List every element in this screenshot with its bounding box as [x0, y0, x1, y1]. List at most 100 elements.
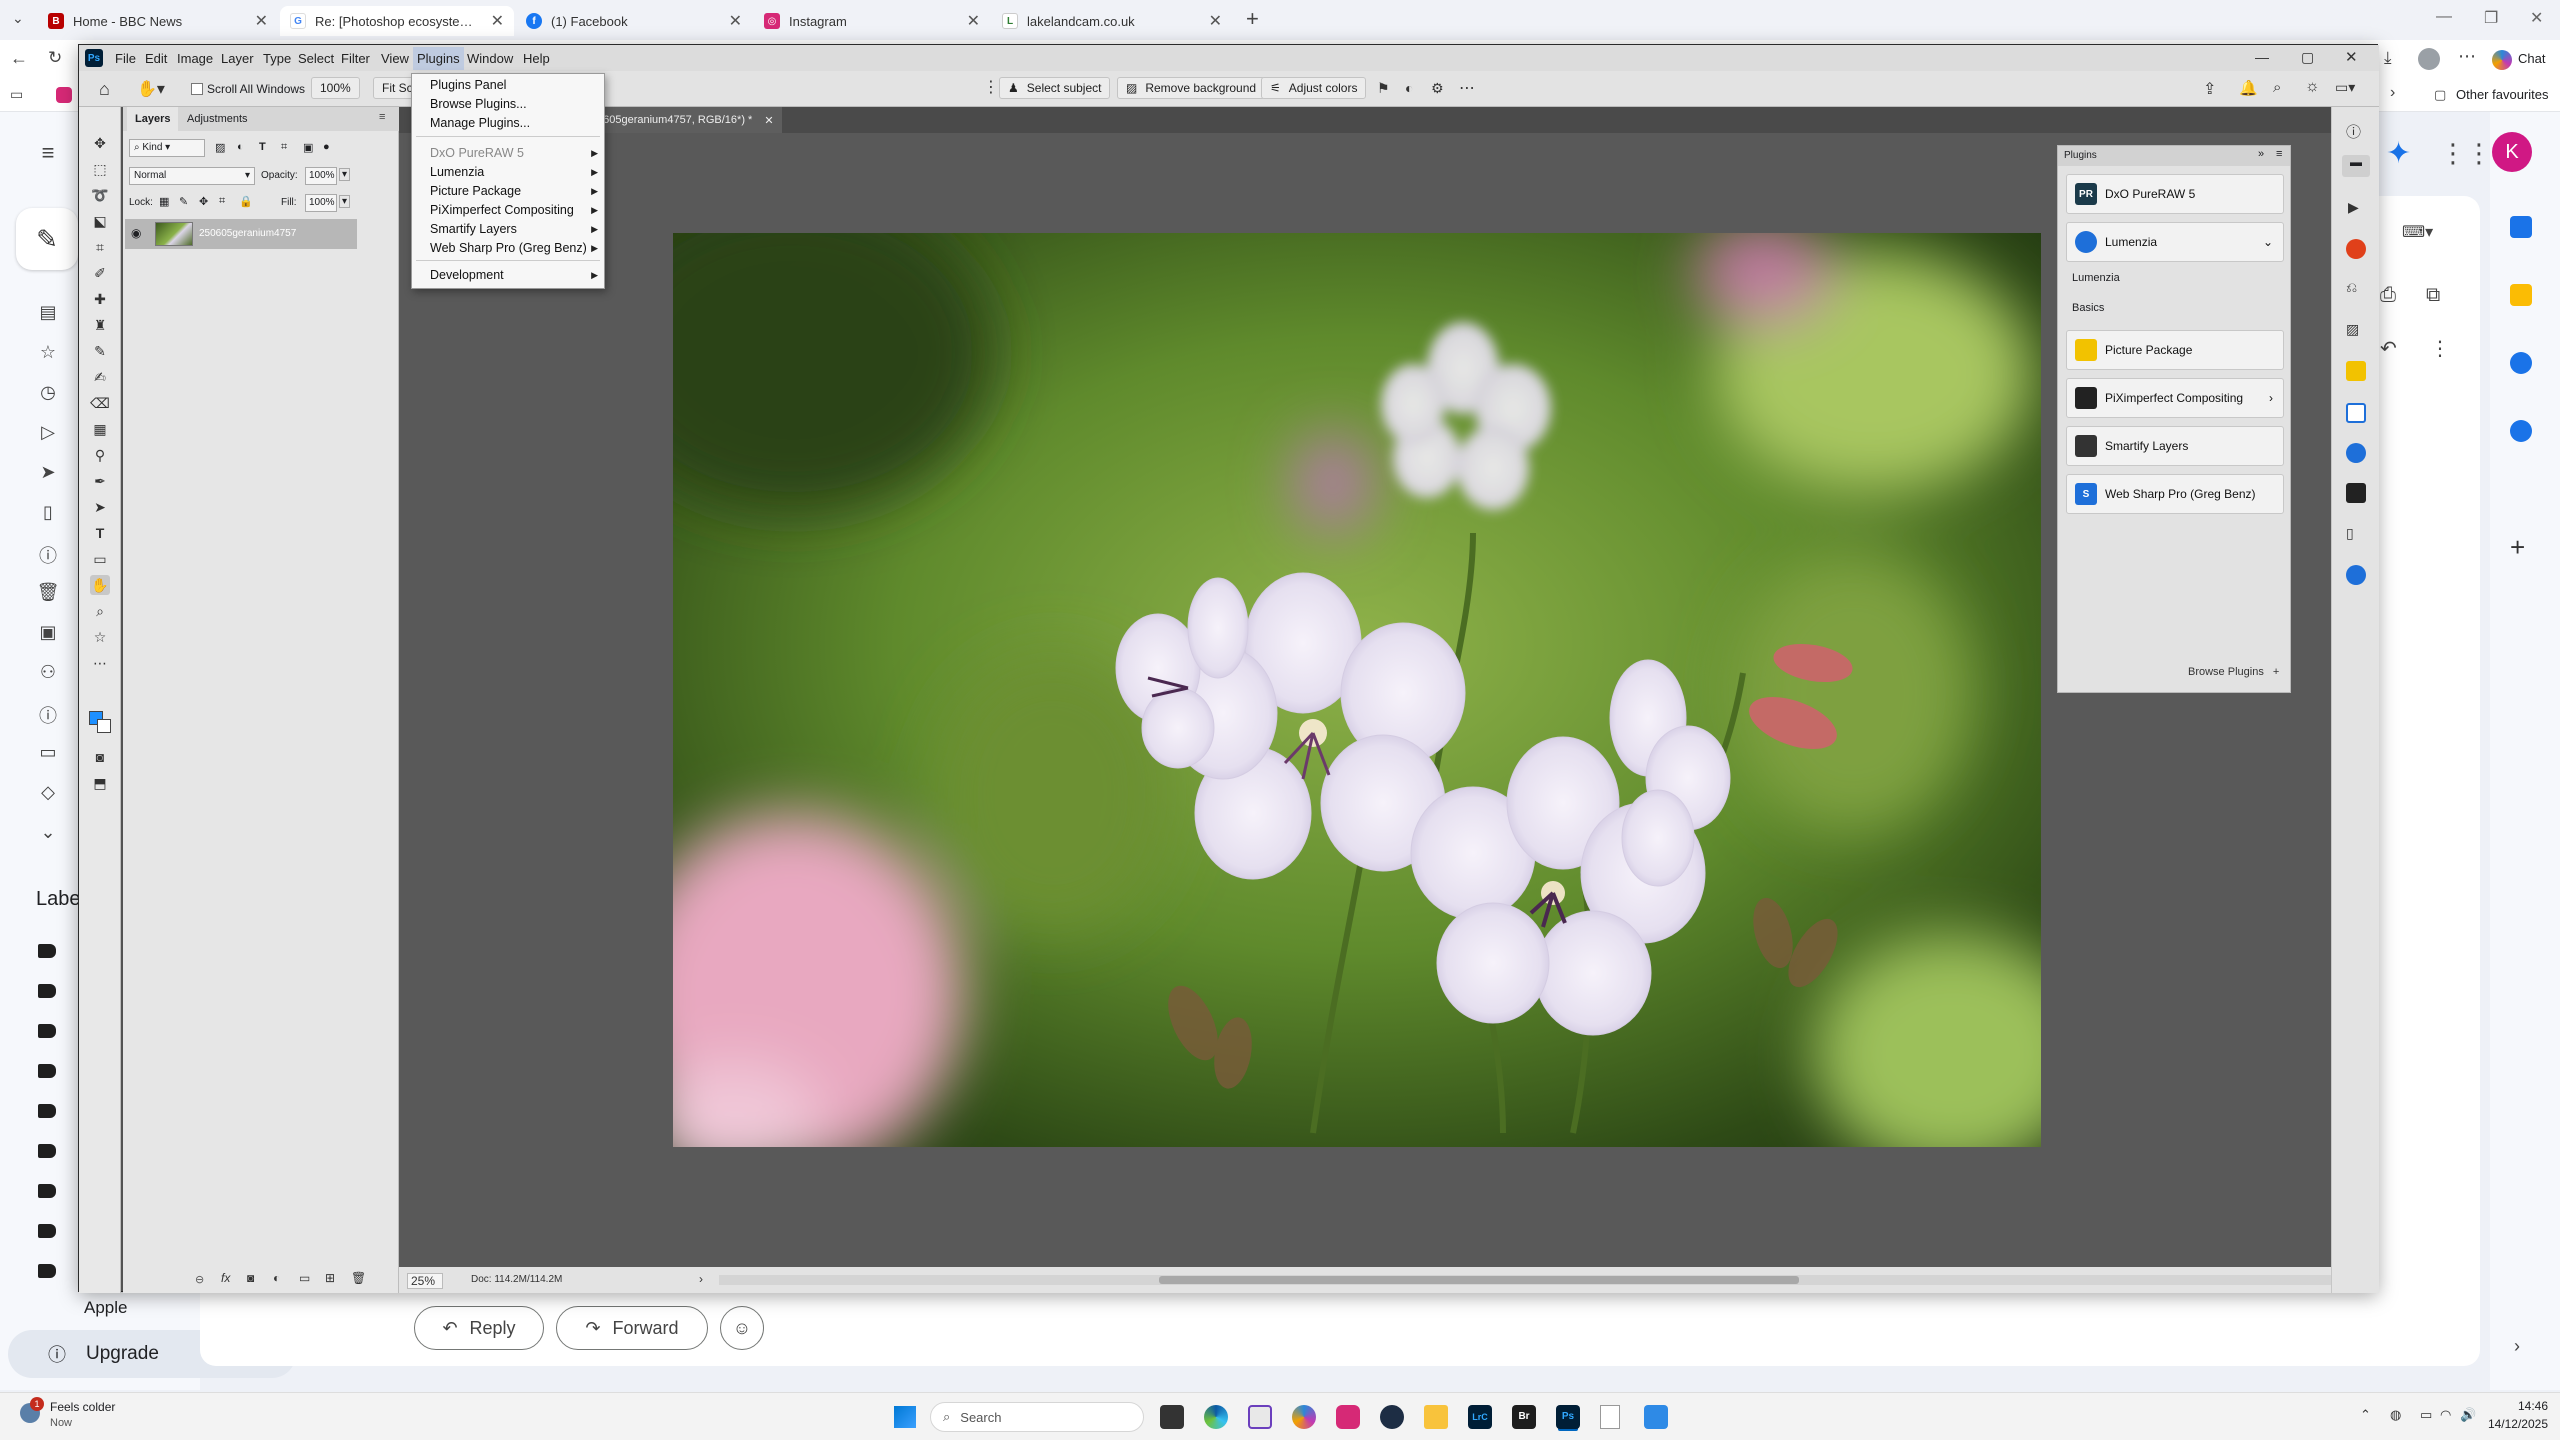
close-window-icon[interactable]: ✕ — [2530, 8, 2543, 28]
document-tab[interactable]: 0605geranium4757, RGB/16*) * ✕ — [589, 107, 782, 133]
hand-tool-preset-icon[interactable]: ✋▾ — [137, 79, 165, 99]
layer-filter-select[interactable]: ⌕ Kind ▾ — [129, 139, 205, 157]
edge-icon[interactable] — [1204, 1405, 1228, 1429]
menu-image[interactable]: Image — [177, 51, 213, 66]
menu-item-manage-plugins[interactable]: Manage Plugins... — [430, 116, 530, 130]
downloads-icon[interactable]: ⤓ — [2384, 48, 2392, 68]
label-icon[interactable] — [38, 944, 56, 958]
file-explorer-icon[interactable] — [1424, 1405, 1448, 1429]
delete-layer-icon[interactable]: 🗑 — [351, 1271, 366, 1285]
reader-icon[interactable]: ▭ — [10, 86, 23, 103]
status-expand-icon[interactable]: › — [699, 1272, 703, 1286]
eyedropper-tool-icon[interactable]: ✐ — [90, 263, 110, 283]
fill-input[interactable]: 100% — [305, 194, 337, 212]
contacts-icon[interactable] — [2510, 420, 2532, 442]
menu-item-picture-package[interactable]: Picture Package — [430, 184, 521, 198]
layer-row[interactable]: ◉ 250605geranium4757 — [125, 219, 357, 249]
adjustment-layer-icon[interactable]: ◐ — [273, 1271, 280, 1285]
vpn-taskbar-icon[interactable] — [1380, 1405, 1404, 1429]
panel-menu-icon[interactable]: ≡ — [379, 111, 385, 123]
brush-tool-icon[interactable]: ✎ — [90, 341, 110, 361]
filters-icon[interactable]: ⚙ — [1431, 80, 1444, 97]
screen-mode-icon[interactable]: ⬒ — [90, 773, 110, 793]
lumenzia-sub-item[interactable]: Lumenzia — [2072, 272, 2120, 284]
tab-adjustments[interactable]: Adjustments — [187, 113, 248, 125]
record-icon[interactable] — [2346, 239, 2366, 259]
filter-toggle-icon[interactable]: ● — [323, 141, 330, 153]
plugin-card-picture-package[interactable]: Picture Package — [2066, 330, 2284, 370]
image-panel-icon[interactable]: ▨ — [2346, 321, 2359, 338]
star-tool-icon[interactable]: ☆ — [90, 627, 110, 647]
tab-lakelandcam[interactable]: L lakelandcam.co.uk ✕ — [992, 6, 1232, 36]
lock-all-icon[interactable]: 🔒 — [239, 195, 253, 208]
weather-title[interactable]: Feels colder — [50, 1400, 115, 1414]
starred-icon[interactable]: ☆ — [28, 342, 68, 363]
volume-icon[interactable]: 🔊 — [2460, 1407, 2476, 1423]
label-icon[interactable] — [38, 1264, 56, 1278]
photoshop-taskbar-icon[interactable]: Ps — [1556, 1405, 1580, 1429]
edit-toolbar-icon[interactable]: ⋯ — [90, 653, 110, 673]
lightroom-classic-icon[interactable]: LrC — [1468, 1405, 1492, 1429]
ps-maximize-icon[interactable]: ▢ — [2301, 49, 2314, 66]
mask-icon[interactable]: ◐ — [1405, 80, 1413, 96]
menu-item-piximperfect[interactable]: PiXimperfect Compositing — [430, 203, 574, 217]
fill-dropdown-icon[interactable]: ▾ — [339, 195, 351, 208]
expand-side-panel-icon[interactable]: › — [2514, 1336, 2520, 1357]
flag-icon[interactable]: ⚑ — [1377, 80, 1390, 97]
new-group-icon[interactable]: ▭ — [299, 1271, 310, 1285]
tab-photoshop-ecosystem[interactable]: G Re: [Photoshop ecosystem] DXO R ✕ — [280, 6, 514, 36]
task-view-icon[interactable] — [1160, 1405, 1184, 1429]
more-vert-icon[interactable]: ⋮ — [2430, 336, 2450, 361]
zoom-level[interactable]: 25% — [407, 1273, 443, 1289]
browse-plugins-link[interactable]: Browse Plugins + — [2188, 666, 2279, 678]
visibility-eye-icon[interactable]: ◉ — [131, 226, 141, 240]
label-icon[interactable] — [38, 1024, 56, 1038]
share-icon[interactable]: ⇪ — [2203, 79, 2216, 99]
eraser-tool-icon[interactable]: ⌫ — [90, 393, 110, 413]
info-icon[interactable]: ⓘ — [2346, 121, 2361, 142]
menu-item-development[interactable]: Development — [430, 268, 504, 282]
lock-artboard-icon[interactable]: ⌗ — [219, 195, 225, 208]
panel-toggle-icon[interactable]: ▬ — [2342, 155, 2370, 177]
inbox-icon[interactable]: ▤ — [28, 302, 68, 323]
new-layer-icon[interactable]: ⊞ — [325, 1271, 335, 1285]
copilot-taskbar-icon[interactable] — [1292, 1405, 1316, 1429]
menu-help[interactable]: Help — [523, 51, 550, 66]
close-tab-icon[interactable]: ✕ — [255, 11, 268, 31]
menu-type[interactable]: Type — [263, 51, 291, 66]
start-button[interactable] — [894, 1406, 916, 1428]
new-tab-button[interactable]: + — [1246, 6, 1259, 32]
sent-icon[interactable]: ➤ — [28, 462, 68, 483]
emoji-react-button[interactable]: ☺ — [720, 1306, 764, 1350]
filter-adjustment-icon[interactable]: ◐ — [237, 141, 244, 153]
menu-window[interactable]: Window — [467, 51, 513, 66]
gemini-icon[interactable]: ✦ — [2386, 136, 2411, 171]
move-tool-icon[interactable]: ✥ — [90, 133, 110, 153]
quick-mask-icon[interactable]: ◙ — [90, 747, 110, 767]
collapse-panel-icon[interactable]: » — [2258, 148, 2264, 160]
reply-button[interactable]: ↶ Reply — [414, 1306, 544, 1350]
lock-transparent-icon[interactable]: ▦ — [159, 195, 169, 208]
healing-brush-tool-icon[interactable]: ✚ — [90, 289, 110, 309]
tab-bbc-news[interactable]: B Home - BBC News ✕ — [38, 6, 278, 36]
more-icon[interactable]: ⋯ — [1459, 78, 1475, 98]
display-icon[interactable]: ▭ — [2420, 1407, 2432, 1423]
smartify-plugin-icon[interactable] — [2346, 361, 2366, 381]
purchases-icon[interactable]: ▣ — [28, 622, 68, 643]
canvas-image[interactable] — [673, 233, 2041, 1147]
path-select-tool-icon[interactable]: ➤ — [90, 497, 110, 517]
menu-item-plugins-panel[interactable]: Plugins Panel — [430, 78, 506, 92]
stamp-tool-icon[interactable]: ♜ — [90, 315, 110, 335]
contextbar-grip-icon[interactable]: ⋮ — [983, 77, 999, 97]
doc-size-info[interactable]: Doc: 114.2M/114.2M — [471, 1274, 562, 1285]
paint-icon[interactable] — [1644, 1405, 1668, 1429]
snipping-tool-icon[interactable] — [1248, 1405, 1272, 1429]
chevron-right-icon[interactable]: › — [2269, 391, 2273, 405]
tab-actions-chevron-icon[interactable]: ⌄ — [12, 10, 24, 27]
refresh-icon[interactable]: ↻ — [48, 48, 62, 68]
updates-icon[interactable]: ⓘ — [28, 702, 68, 728]
rectangle-tool-icon[interactable]: ▭ — [90, 549, 110, 569]
tab-instagram[interactable]: ◎ Instagram ✕ — [754, 6, 990, 36]
menu-select[interactable]: Select — [298, 51, 334, 66]
zoom-tool-icon[interactable]: ⌕ — [90, 601, 110, 621]
